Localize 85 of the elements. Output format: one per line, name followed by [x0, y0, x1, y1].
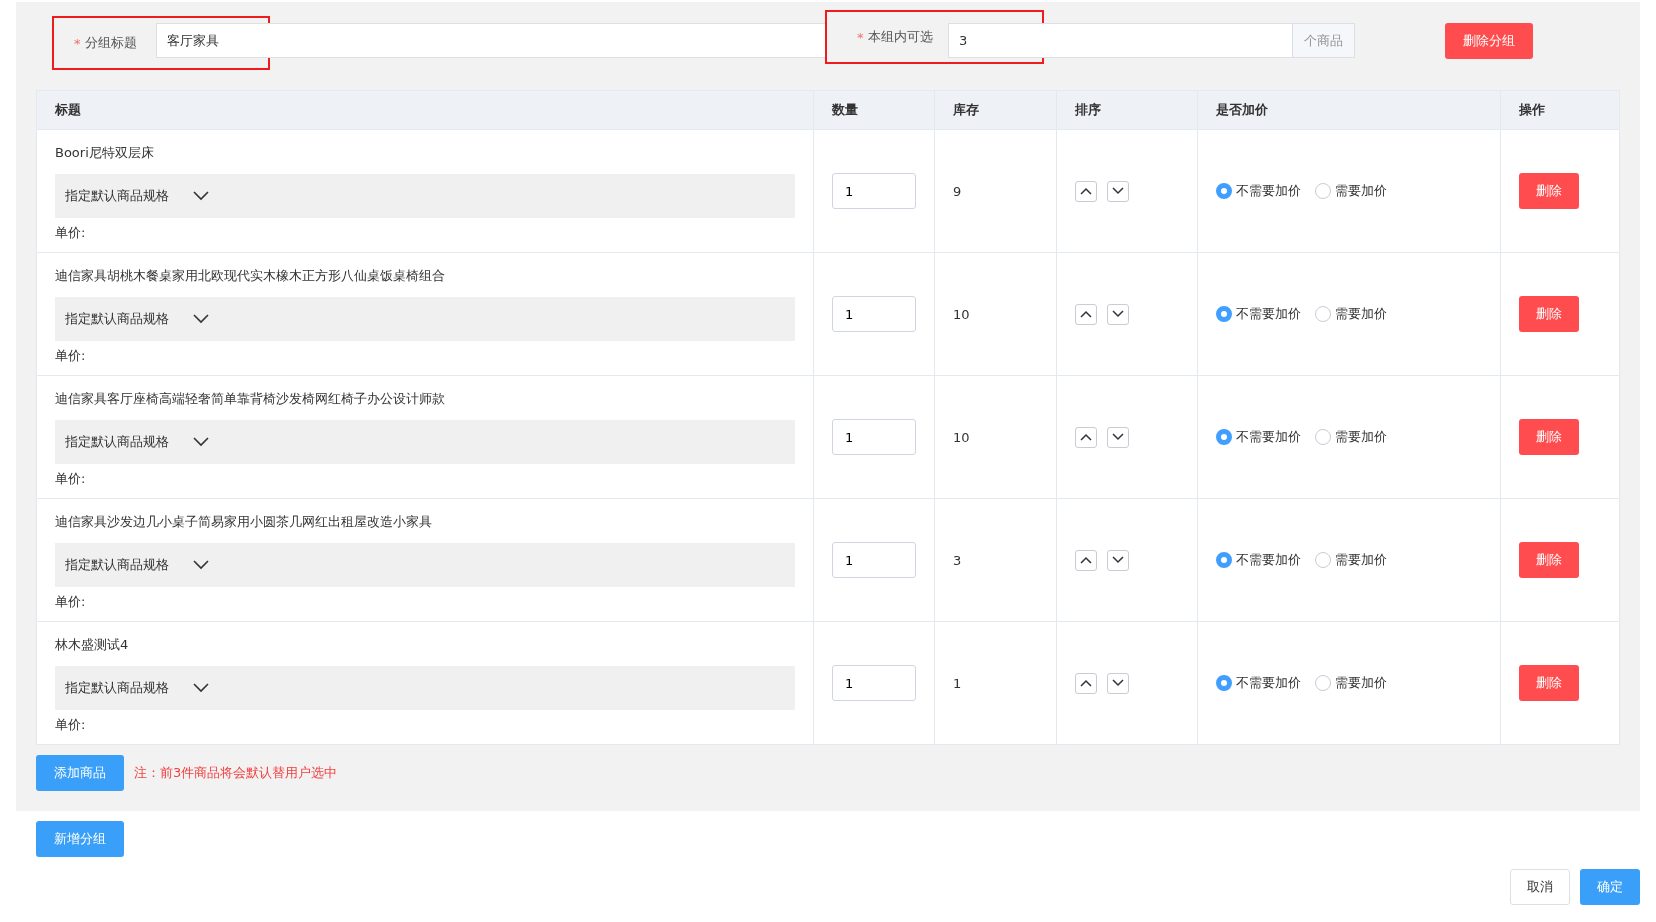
unit-price-label: 单价: — [55, 347, 86, 365]
chevron-down-icon — [193, 683, 209, 693]
radio-button[interactable] — [1216, 183, 1232, 199]
radio-button[interactable] — [1216, 306, 1232, 322]
radio-label: 不需要加价 — [1236, 551, 1301, 569]
quantity-field[interactable]: 1 — [832, 542, 916, 578]
quantity-field[interactable]: 1 — [832, 173, 916, 209]
chevron-down-icon — [193, 191, 209, 201]
chevron-up-icon — [1080, 187, 1092, 195]
chevron-down-icon — [193, 437, 209, 447]
move-up-button[interactable] — [1075, 672, 1097, 694]
unit-price-label: 单价: — [55, 470, 86, 488]
chevron-up-icon — [1080, 433, 1092, 441]
product-title: 迪信家具客厅座椅高端轻奢简单靠背椅沙发椅网红椅子办公设计师款 — [55, 390, 445, 408]
unit-price-label: 单价: — [55, 593, 86, 611]
field-label: 本组内可选 — [867, 28, 933, 46]
radio-label: 需要加价 — [1335, 674, 1387, 692]
move-up-button[interactable] — [1075, 180, 1097, 202]
unit-price-label: 单价: — [55, 716, 86, 734]
move-down-button[interactable] — [1107, 672, 1129, 694]
input-suffix: 个商品 — [1292, 23, 1355, 58]
quantity-field[interactable]: 1 — [832, 665, 916, 701]
column-header: 操作 — [1500, 91, 1619, 129]
radio-label: 需要加价 — [1335, 182, 1387, 200]
radio-label: 不需要加价 — [1236, 182, 1301, 200]
chevron-down-icon — [1112, 433, 1124, 441]
field-label: 分组标题 — [84, 34, 137, 52]
chevron-up-icon — [1080, 679, 1092, 687]
input-field[interactable]: 客厅家具 — [156, 23, 826, 58]
spec-dropdown[interactable]: 指定默认商品规格 — [55, 666, 795, 710]
chevron-down-icon — [1112, 556, 1124, 564]
radio-button[interactable] — [1216, 675, 1232, 691]
column-header: 标题 — [54, 101, 82, 119]
product-title: Boori尼特双层床 — [55, 144, 154, 162]
product-title: 林木盛测试4 — [55, 636, 129, 654]
chevron-up-icon — [1080, 556, 1092, 564]
radio-button[interactable] — [1315, 183, 1331, 199]
unit-price-label: 单价: — [55, 224, 86, 242]
required-mark: * — [857, 29, 864, 45]
move-down-button[interactable] — [1107, 426, 1129, 448]
column-header: 库存 — [934, 91, 1056, 129]
product-title: 迪信家具胡桃木餐桌家用北欧现代实木橡木正方形八仙桌饭桌椅组合 — [55, 267, 445, 285]
move-up-button[interactable] — [1075, 426, 1097, 448]
radio-button[interactable] — [1216, 552, 1232, 568]
move-up-button[interactable] — [1075, 303, 1097, 325]
radio-button[interactable] — [1315, 552, 1331, 568]
spec-dropdown[interactable]: 指定默认商品规格 — [55, 420, 795, 464]
radio-label: 不需要加价 — [1236, 305, 1301, 323]
spec-dropdown[interactable]: 指定默认商品规格 — [55, 174, 795, 218]
input-field[interactable]: 3 — [948, 23, 1293, 58]
chevron-down-icon — [193, 560, 209, 570]
radio-button[interactable] — [1315, 675, 1331, 691]
spec-dropdown[interactable]: 指定默认商品规格 — [55, 297, 795, 341]
stock-value: 3 — [953, 552, 962, 568]
chevron-down-icon — [1112, 679, 1124, 687]
radio-label: 不需要加价 — [1236, 428, 1301, 446]
chevron-down-icon — [193, 314, 209, 324]
quantity-field[interactable]: 1 — [832, 296, 916, 332]
radio-label: 需要加价 — [1335, 551, 1387, 569]
note-text: 注：前3件商品将会默认替用户选中 — [134, 764, 338, 782]
stock-value: 9 — [953, 183, 962, 199]
chevron-down-icon — [1112, 187, 1124, 195]
radio-button[interactable] — [1216, 429, 1232, 445]
spec-dropdown[interactable]: 指定默认商品规格 — [55, 543, 795, 587]
quantity-field[interactable]: 1 — [832, 419, 916, 455]
required-mark: * — [74, 35, 81, 51]
radio-button[interactable] — [1315, 429, 1331, 445]
column-header: 数量 — [813, 91, 934, 129]
radio-button[interactable] — [1315, 306, 1331, 322]
chevron-down-icon — [1112, 310, 1124, 318]
radio-label: 不需要加价 — [1236, 674, 1301, 692]
column-header: 是否加价 — [1197, 91, 1500, 129]
product-title: 迪信家具沙发边几小桌子简易家用小圆茶几网红出租屋改造小家具 — [55, 513, 432, 531]
move-up-button[interactable] — [1075, 549, 1097, 571]
radio-label: 需要加价 — [1335, 305, 1387, 323]
stock-value: 1 — [953, 675, 962, 691]
radio-label: 需要加价 — [1335, 428, 1387, 446]
chevron-up-icon — [1080, 310, 1092, 318]
move-down-button[interactable] — [1107, 180, 1129, 202]
stock-value: 10 — [953, 306, 970, 322]
move-down-button[interactable] — [1107, 303, 1129, 325]
move-down-button[interactable] — [1107, 549, 1129, 571]
stock-value: 10 — [953, 429, 970, 445]
cancel-button[interactable]: 取消 — [1510, 869, 1570, 905]
column-header: 排序 — [1056, 91, 1197, 129]
